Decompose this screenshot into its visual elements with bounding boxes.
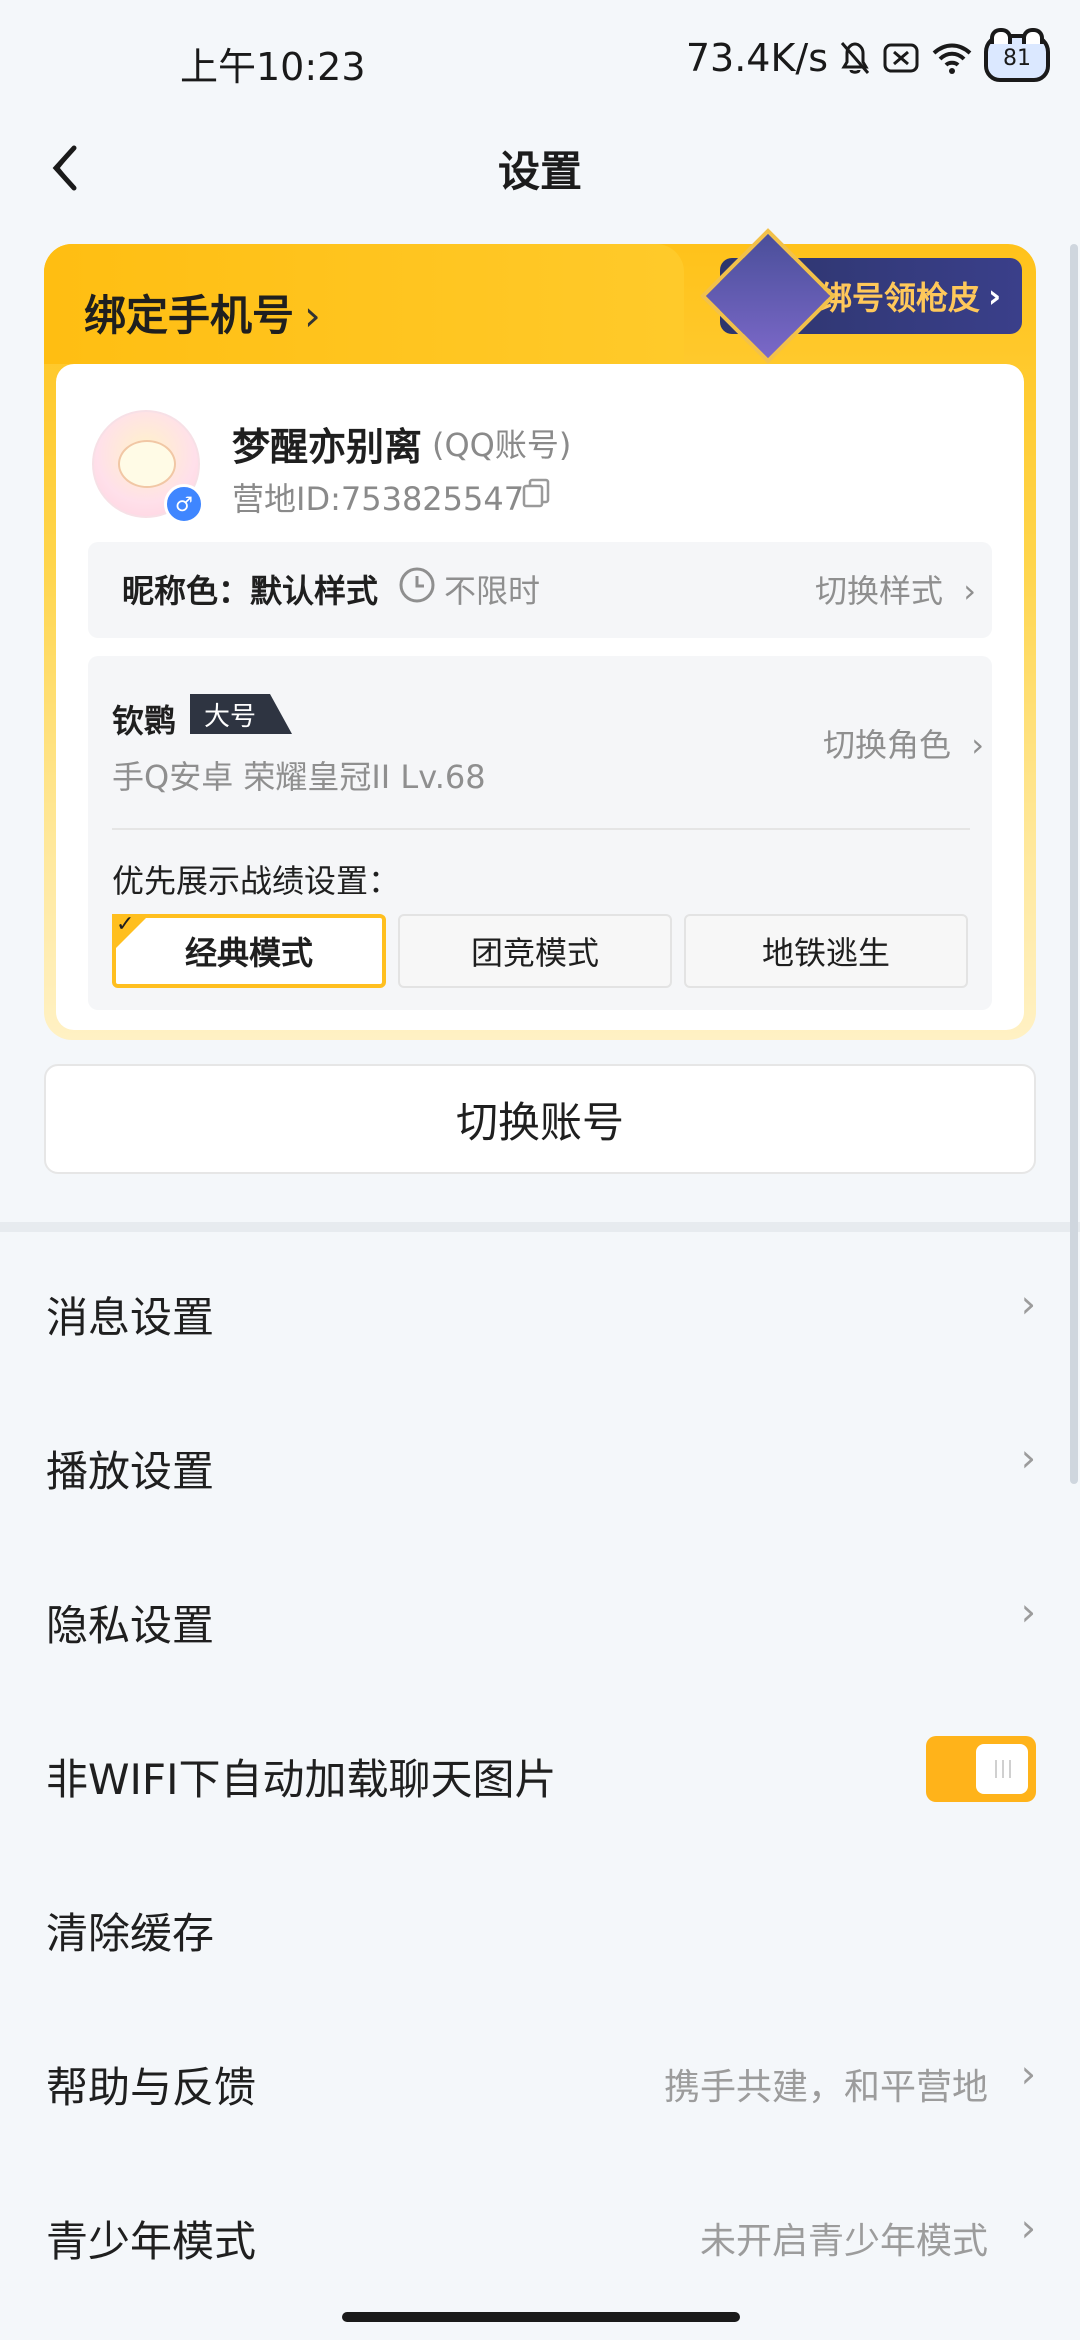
row-label: 非WIFI下自动加载聊天图片	[46, 1755, 557, 1804]
check-icon: ✓	[116, 912, 135, 937]
home-indicator[interactable]	[342, 2312, 740, 2322]
row-label: 清除缓存	[46, 1909, 215, 1958]
color-duration: 不限时	[444, 572, 541, 610]
chevron-right-icon: ›	[1020, 1436, 1036, 1480]
chevron-right-icon: ›	[963, 572, 976, 610]
chevron-right-icon: ›	[1020, 2052, 1036, 2096]
battery-icon: 81	[984, 28, 1050, 82]
switch-role-link[interactable]: 切换角色 ›	[823, 720, 984, 766]
chevron-right-icon: ›	[1020, 1282, 1036, 1326]
row-hint: 未开启青少年模式	[699, 2221, 988, 2262]
role-name: 钦鹮	[112, 702, 177, 740]
chevron-right-icon: ›	[304, 291, 321, 340]
mode-metro-button[interactable]: 地铁逃生	[684, 914, 968, 988]
status-time: 上午10:23	[180, 45, 366, 89]
clock-icon	[399, 567, 435, 603]
switch-account-button[interactable]: 切换账号	[44, 1064, 1036, 1174]
copy-icon[interactable]	[522, 478, 550, 508]
divider	[112, 828, 970, 830]
settings-row-help-feedback[interactable]: 帮助与反馈 携手共建，和平营地 ›	[0, 2002, 1080, 2156]
page-title: 设置	[497, 147, 582, 196]
switch-style-link[interactable]: 切换样式 ›	[815, 566, 976, 612]
wifi-icon	[932, 43, 972, 74]
role-details: 手Q安卓 荣耀皇冠II Lv.68	[112, 758, 486, 796]
row-label: 播放设置	[46, 1447, 215, 1496]
chevron-right-icon: ›	[988, 277, 1002, 315]
nickname-color-label: 昵称色：默认样式	[122, 572, 379, 610]
avatar-character	[118, 440, 176, 488]
bind-phone-label: 绑定手机号	[84, 291, 295, 340]
record-settings-title: 优先展示战绩设置：	[112, 862, 401, 900]
row-label: 帮助与反馈	[46, 2063, 257, 2112]
settings-row-auto-load-images: 非WIFI下自动加载聊天图片	[0, 1694, 1080, 1848]
mute-bell-icon	[840, 42, 870, 74]
settings-row-privacy[interactable]: 隐私设置 ›	[0, 1540, 1080, 1694]
settings-row-clear-cache[interactable]: 清除缓存	[0, 1848, 1080, 2002]
male-gender-icon: ♂	[164, 484, 204, 524]
nickname: 梦醒亦别离	[232, 425, 423, 469]
mode-team-button[interactable]: 团竞模式	[398, 914, 672, 988]
network-speed: 73.4K/s	[685, 36, 828, 80]
chevron-right-icon: ›	[1020, 1590, 1036, 1634]
settings-row-playback[interactable]: 播放设置 ›	[0, 1386, 1080, 1540]
status-icons: 73.4K/s 81	[685, 28, 1050, 86]
main-account-tag: 大号	[190, 694, 293, 734]
settings-row-messages[interactable]: 消息设置 ›	[0, 1232, 1080, 1386]
account-type: (QQ账号)	[432, 426, 572, 464]
row-label: 消息设置	[46, 1293, 215, 1342]
switch-role-label: 切换角色	[823, 726, 952, 764]
sim-off-icon	[883, 43, 919, 73]
mode-classic-button[interactable]: 经典模式	[112, 914, 386, 988]
battery-level: 81	[1003, 45, 1031, 71]
row-label: 青少年模式	[46, 2217, 257, 2266]
chevron-right-icon: ›	[971, 726, 984, 764]
promo-label: 绑号领枪皮	[820, 279, 981, 317]
switch-style-label: 切换样式	[815, 572, 944, 610]
row-hint: 携手共建，和平营地	[663, 2067, 988, 2108]
row-label: 隐私设置	[46, 1601, 215, 1650]
chevron-right-icon: ›	[1020, 2206, 1036, 2250]
section-divider	[0, 1222, 1080, 1232]
camp-id: 营地ID:753825547	[232, 480, 525, 518]
bind-phone-link[interactable]: 绑定手机号 ›	[84, 282, 321, 343]
grip-icon	[995, 1760, 1011, 1778]
settings-row-teen-mode[interactable]: 青少年模式 未开启青少年模式 ›	[0, 2156, 1080, 2310]
